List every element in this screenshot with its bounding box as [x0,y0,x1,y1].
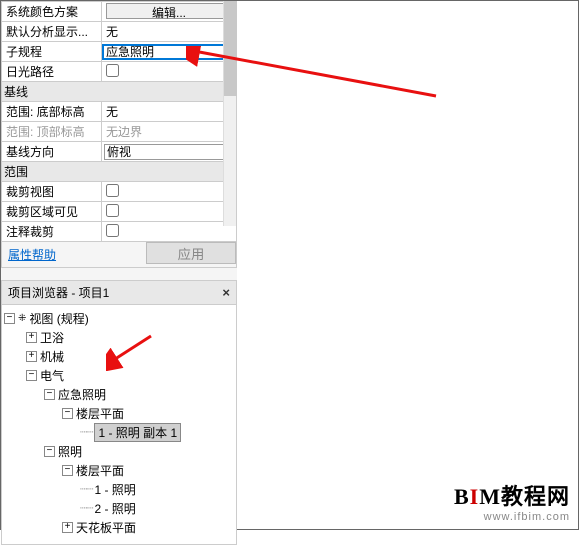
collapse-icon[interactable]: − [44,389,55,400]
row-default-display: 默认分析显示... [2,22,102,42]
collapse-icon[interactable]: − [26,370,37,381]
collapse-icon[interactable]: − [62,408,73,419]
views-icon: ⁜ [18,313,26,324]
tree-plumbing[interactable]: +卫浴 [4,328,234,347]
bottom-elev-value[interactable]: 无 [102,102,237,122]
category-extents[interactable]: 范围 [2,162,237,182]
category-baseline[interactable]: 基线 [2,82,237,102]
tree-plan-2[interactable]: ┈┈2 - 照明 [4,499,234,518]
tree-floor-plans-2[interactable]: −楼层平面 [4,461,234,480]
row-crop-view: 裁剪视图 [2,182,102,202]
default-display-value[interactable]: 无 [102,22,237,42]
tree-electrical[interactable]: −电气 [4,366,234,385]
sun-path-checkbox[interactable] [106,64,119,77]
baseline-dir-select[interactable]: 俯视▾ [104,144,234,160]
project-browser-tree: −⁜视图 (规程) +卫浴 +机械 −电气 −应急照明 −楼层平面 ┈┈1 - … [1,305,237,545]
crop-region-checkbox[interactable] [106,204,119,217]
expand-icon[interactable]: + [26,351,37,362]
top-elev-value: 无边界 [102,122,237,142]
project-browser-header[interactable]: 项目浏览器 - 项目1 × [1,280,237,305]
row-sun-path: 日光路径 [2,62,102,82]
tree-floor-plans-1[interactable]: −楼层平面 [4,404,234,423]
row-sub-discipline: 子规程 [2,42,102,62]
row-baseline-dir: 基线方向 [2,142,102,162]
collapse-icon[interactable]: − [62,465,73,476]
row-color-scheme: 系统颜色方案 [2,2,102,22]
row-bottom-elev: 范围: 底部标高 [2,102,102,122]
tree-ceiling-plans[interactable]: +天花板平面 [4,518,234,537]
edit-color-scheme-button[interactable]: 编辑... [106,3,232,19]
expand-icon[interactable]: + [62,522,73,533]
row-crop-region: 裁剪区域可见 [2,202,102,222]
sub-discipline-input[interactable] [102,44,236,60]
scrollbar-thumb[interactable] [224,1,237,96]
row-top-elev: 范围: 顶部标高 [2,122,102,142]
project-browser-title: 项目浏览器 - 项目1 [8,284,109,301]
properties-help-link[interactable]: 属性帮助 [2,242,146,267]
tree-plan-copy-1[interactable]: ┈┈1 - 照明 副本 1 [4,423,234,442]
tree-plan-1[interactable]: ┈┈1 - 照明 [4,480,234,499]
collapse-icon[interactable]: − [4,313,15,324]
properties-grid: 系统颜色方案 编辑... 默认分析显示... 无 子规程 日光路径 基线 范围:… [1,1,237,242]
close-icon[interactable]: × [222,285,230,300]
apply-button: 应用 [146,242,236,264]
row-anno-crop: 注释裁剪 [2,222,102,242]
tree-lighting[interactable]: −照明 [4,442,234,461]
tree-emergency-lighting[interactable]: −应急照明 [4,385,234,404]
collapse-icon[interactable]: − [44,446,55,457]
anno-crop-checkbox[interactable] [106,224,119,237]
expand-icon[interactable]: + [26,332,37,343]
scrollbar-track[interactable] [223,1,236,226]
tree-mechanical[interactable]: +机械 [4,347,234,366]
tree-views-root[interactable]: −⁜视图 (规程) [4,309,234,328]
watermark: BIM教程网 www.ifbim.com [454,479,570,523]
crop-view-checkbox[interactable] [106,184,119,197]
